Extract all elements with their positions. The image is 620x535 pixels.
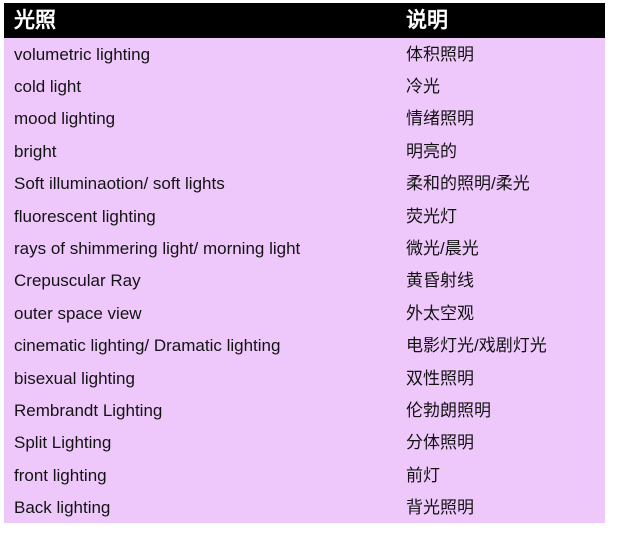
table-row: Back lighting 背光照明 xyxy=(4,491,605,524)
table-row: volumetric lighting 体积照明 xyxy=(4,38,605,71)
table-row: bisexual lighting 双性照明 xyxy=(4,361,605,395)
cell-term: mood lighting xyxy=(14,109,116,129)
table-row: front lighting 前灯 xyxy=(4,459,605,492)
table-row: mood lighting 情绪照明 xyxy=(4,102,605,136)
table-row: bright 明亮的 xyxy=(4,135,605,168)
cell-description: 情绪照明 xyxy=(406,109,474,129)
cell-description: 荧光灯 xyxy=(406,206,457,226)
cell-term: Rembrandt Lighting xyxy=(14,400,163,420)
cell-description: 明亮的 xyxy=(406,141,457,161)
cell-description: 柔和的照明/柔光 xyxy=(406,174,530,194)
cell-description: 双性照明 xyxy=(406,368,474,388)
table-row: outer space view 外太空观 xyxy=(4,297,605,330)
cell-term: front lighting xyxy=(14,465,107,485)
table-row: cinematic lighting/ Dramatic lighting 电影灯… xyxy=(4,329,605,362)
cell-description: 背光照明 xyxy=(406,498,474,518)
cell-description: 电影灯光/戏剧灯光 xyxy=(406,336,547,356)
lighting-terms-table: 光照 说明 volumetric lighting 体积照明 cold light 冷… xyxy=(4,3,605,524)
column-header-description: 说明 xyxy=(406,9,448,32)
cell-term: cinematic lighting/ Dramatic lighting xyxy=(14,336,281,356)
cell-term: Split Lighting xyxy=(14,433,112,453)
column-header-term: 光照 xyxy=(14,9,56,32)
table-row: cold light 冷光 xyxy=(4,70,605,103)
table-row: fluorescent lighting 荧光灯 xyxy=(4,199,605,233)
cell-term: fluorescent lighting xyxy=(14,206,156,226)
cell-term: cold light xyxy=(14,77,82,97)
cell-term: bright xyxy=(14,141,57,161)
bottom-clip-margin xyxy=(0,523,620,535)
cell-term: volumetric lighting xyxy=(14,44,151,64)
table-header-row: 光照 说明 xyxy=(4,3,605,38)
table-header: 光照 说明 xyxy=(4,3,605,38)
right-clip-margin xyxy=(605,0,620,535)
table-viewport: 光照 说明 volumetric lighting 体积照明 cold light 冷… xyxy=(0,0,620,535)
cell-description: 冷光 xyxy=(406,77,440,97)
cell-description: 外太空观 xyxy=(406,303,474,323)
cell-term: Soft illuminaotion/ soft lights xyxy=(14,174,225,194)
table-row: Split Lighting 分体照明 xyxy=(4,426,605,460)
cell-description: 黄昏射线 xyxy=(406,271,474,291)
cell-description: 前灯 xyxy=(406,465,440,485)
cell-term: rays of shimmering light/ morning light xyxy=(14,239,301,259)
cell-term: bisexual lighting xyxy=(14,368,135,388)
table-body: volumetric lighting 体积照明 cold light 冷光 mood … xyxy=(4,38,605,524)
cell-term: Back lighting xyxy=(14,498,111,518)
table-row: Rembrandt Lighting 伦勃朗照明 xyxy=(4,394,605,427)
table-row: Soft illuminaotion/ soft lights 柔和的照明/柔光 xyxy=(4,167,605,200)
cell-term: outer space view xyxy=(14,303,142,323)
cell-description: 分体照明 xyxy=(406,433,474,453)
table-row: Crepuscular Ray 黄昏射线 xyxy=(4,264,605,298)
cell-description: 微光/晨光 xyxy=(406,239,479,259)
table-row: rays of shimmering light/ morning light 微… xyxy=(4,232,605,265)
cell-description: 体积照明 xyxy=(406,44,474,64)
cell-description: 伦勃朗照明 xyxy=(406,400,491,420)
cell-term: Crepuscular Ray xyxy=(14,271,141,291)
